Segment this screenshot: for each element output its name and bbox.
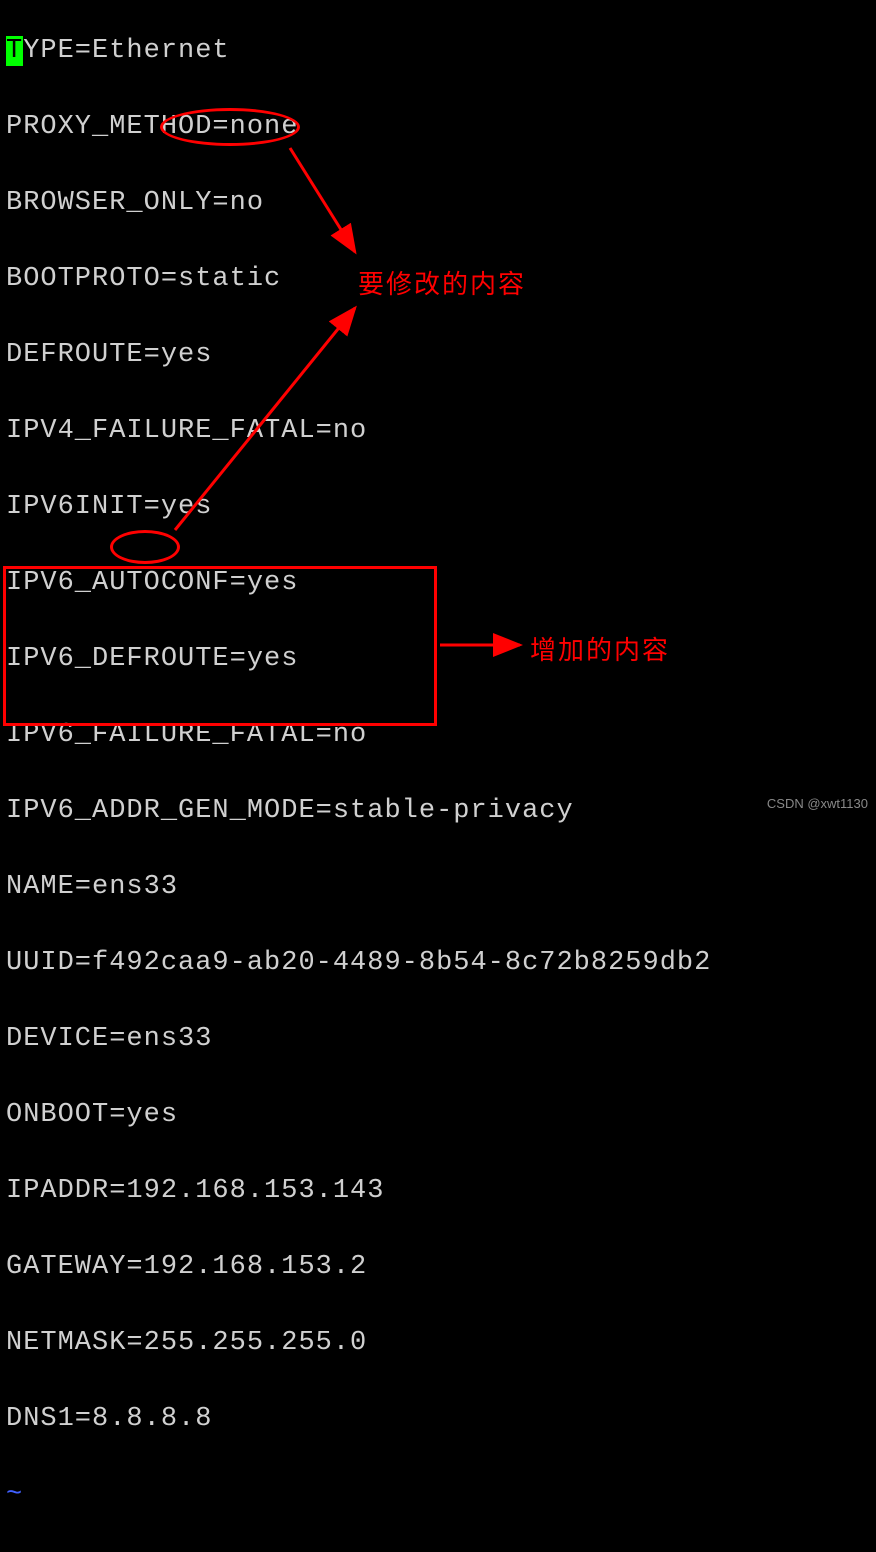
config-line: BROWSER_ONLY=no <box>6 184 711 222</box>
annotation-add: 增加的内容 <box>530 630 670 667</box>
config-line: IPV6_AUTOCONF=yes <box>6 564 711 602</box>
config-line: TYPE=Ethernet <box>6 32 711 70</box>
config-line: DEVICE=ens33 <box>6 1020 711 1058</box>
annotation-modify: 要修改的内容 <box>358 264 526 301</box>
watermark-text: CSDN @xwt1130 <box>767 796 868 811</box>
config-line: NAME=ens33 <box>6 868 711 906</box>
config-line: IPV6_ADDR_GEN_MODE=stable-privacy <box>6 792 711 830</box>
config-line: NETMASK=255.255.255.0 <box>6 1324 711 1362</box>
config-line: DEFROUTE=yes <box>6 336 711 374</box>
config-line: IPV4_FAILURE_FATAL=no <box>6 412 711 450</box>
config-line: IPADDR=192.168.153.143 <box>6 1172 711 1210</box>
config-line: GATEWAY=192.168.153.2 <box>6 1248 711 1286</box>
config-line: PROXY_METHOD=none <box>6 108 711 146</box>
config-line: ONBOOT=yes <box>6 1096 711 1134</box>
config-line: IPV6_FAILURE_FATAL=no <box>6 716 711 754</box>
config-line: IPV6INIT=yes <box>6 488 711 526</box>
terminal-content: TYPE=Ethernet PROXY_METHOD=none BROWSER_… <box>6 0 711 1552</box>
empty-line-tilde: ~ <box>6 1476 711 1514</box>
cursor: T <box>6 36 23 66</box>
config-line: DNS1=8.8.8.8 <box>6 1400 711 1438</box>
config-line: UUID=f492caa9-ab20-4489-8b54-8c72b8259db… <box>6 944 711 982</box>
